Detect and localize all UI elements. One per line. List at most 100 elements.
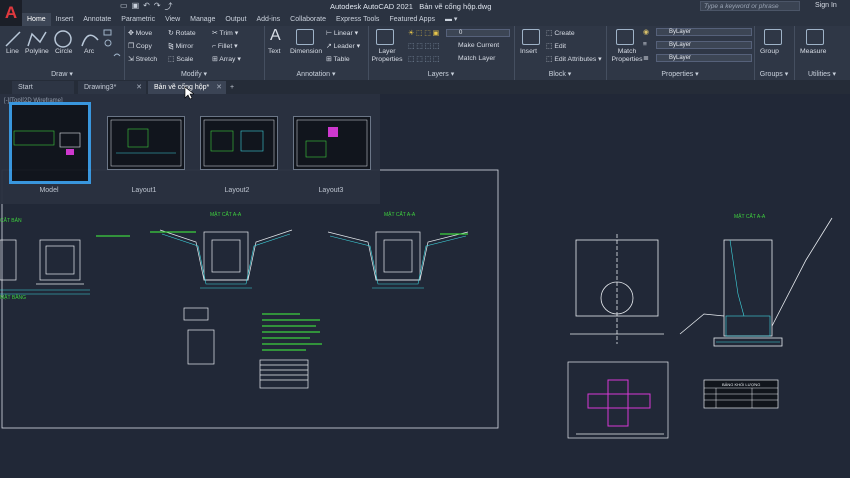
quick-access-toolbar: ▭ ▣ ↶ ↷ ⤴ xyxy=(120,1,173,12)
annotation-panel-label[interactable]: Annotation ▾ xyxy=(264,70,368,78)
layers-panel: Layer Properties ☀ ⬚ ⬚ ▣ 0 ⬚ ⬚ ⬚ ⬚ Make … xyxy=(368,26,515,80)
layout3-thumbnail-preview xyxy=(296,119,368,167)
tab-addins[interactable]: Add-ins xyxy=(251,13,285,26)
title-bar: ▭ ▣ ↶ ↷ ⤴ Autodesk AutoCAD 2021 Bản vẽ c… xyxy=(0,0,850,13)
array-icon: ⊞ xyxy=(212,56,218,63)
match-layer-button[interactable]: Match Layer xyxy=(458,55,495,62)
layers-panel-label[interactable]: Layers ▾ xyxy=(368,70,514,78)
tab-featured-apps[interactable]: Featured Apps xyxy=(384,13,440,26)
dimension-icon xyxy=(296,29,314,45)
tab-annotate[interactable]: Annotate xyxy=(78,13,116,26)
lineweight-icon: ≡ xyxy=(643,41,647,48)
layer-properties-button[interactable]: Layer Properties xyxy=(370,48,404,64)
linear-button[interactable]: ⊢ Linear ▾ xyxy=(326,29,358,37)
annotation-panel: A Text Dimension ⊢ Linear ▾ ↗ Leader ▾ ⊞… xyxy=(264,26,369,80)
text-icon: A xyxy=(270,27,281,44)
arc-button[interactable]: Arc xyxy=(84,48,94,55)
tab-output[interactable]: Output xyxy=(220,13,251,26)
stretch-button[interactable]: ⇲ Stretch xyxy=(128,55,157,63)
layer-properties-icon xyxy=(376,29,394,45)
share-icon[interactable]: ⤴ xyxy=(165,1,173,12)
fillet-button[interactable]: ⌐ Fillet ▾ xyxy=(212,42,238,50)
layout1-thumbnail[interactable] xyxy=(107,116,185,170)
measure-button[interactable]: Measure xyxy=(800,48,826,55)
color-dropdown[interactable]: ByLayer xyxy=(656,28,752,36)
insert-block-icon xyxy=(522,29,540,45)
mirror-button[interactable]: ⧎ Mirror xyxy=(168,42,193,50)
mouse-cursor-icon xyxy=(184,86,194,100)
layout2-thumbnail[interactable] xyxy=(200,116,278,170)
layout2-label[interactable]: Layout2 xyxy=(197,187,277,194)
tab-more-icon[interactable]: ▬ ▾ xyxy=(440,13,462,26)
lineweight-dropdown[interactable]: ByLayer xyxy=(656,41,752,49)
groups-panel-label[interactable]: Groups ▾ xyxy=(754,70,794,78)
properties-panel: Match Properties ◉ ByLayer ≡ ByLayer ≣ B… xyxy=(606,26,755,80)
group-button[interactable]: Group xyxy=(760,48,779,55)
line-button[interactable]: Line xyxy=(6,48,19,55)
layout3-thumbnail[interactable] xyxy=(293,116,371,170)
autocad-logo-icon[interactable]: A xyxy=(0,0,22,26)
tab-view[interactable]: View xyxy=(160,13,185,26)
dimension-button[interactable]: Dimension xyxy=(290,48,322,55)
tab-express-tools[interactable]: Express Tools xyxy=(331,13,384,26)
match-properties-button[interactable]: Match Properties xyxy=(610,48,644,64)
trim-button[interactable]: ✂ Trim ▾ xyxy=(212,29,238,37)
tab-manage[interactable]: Manage xyxy=(185,13,220,26)
layer-tools-row2-icon[interactable]: ⬚ ⬚ ⬚ ⬚ xyxy=(408,42,439,50)
layout1-thumbnail-preview xyxy=(110,119,182,167)
table-button[interactable]: ⊞ Table xyxy=(326,55,350,63)
block-panel-label[interactable]: Block ▾ xyxy=(514,70,606,78)
tab-home[interactable]: Home xyxy=(22,13,51,26)
search-input[interactable]: Type a keyword or phrase xyxy=(700,1,800,11)
modify-panel-label[interactable]: Modify ▾ xyxy=(124,70,264,78)
tab-insert[interactable]: Insert xyxy=(51,13,79,26)
new-tab-button[interactable]: + xyxy=(228,81,240,94)
rotate-button[interactable]: ↻ Rotate xyxy=(168,29,196,37)
mirror-icon: ⧎ xyxy=(168,43,174,50)
ribbon-tabs: Home Insert Annotate Parametric View Man… xyxy=(22,13,850,26)
trim-icon: ✂ xyxy=(212,30,218,37)
edit-block-button[interactable]: ⬚ Edit xyxy=(546,42,566,50)
tab-drawing3[interactable]: Drawing3* ✕ xyxy=(78,81,146,94)
close-icon[interactable]: ✕ xyxy=(216,81,222,94)
tab-start[interactable]: Start xyxy=(12,81,74,94)
make-current-button[interactable]: Make Current xyxy=(458,42,499,49)
create-block-button[interactable]: ⬚ Create xyxy=(546,29,575,37)
utilities-panel-label[interactable]: Utilities ▾ xyxy=(794,70,850,78)
layout1-label[interactable]: Layout1 xyxy=(104,187,184,194)
close-icon[interactable]: ✕ xyxy=(136,81,142,94)
model-label[interactable]: Model xyxy=(9,187,89,194)
edit-attributes-button[interactable]: ⬚ Edit Attributes ▾ xyxy=(546,55,602,63)
insert-button[interactable]: Insert xyxy=(520,48,537,55)
model-thumbnail[interactable] xyxy=(9,102,91,184)
group-icon xyxy=(764,29,782,45)
color-icon: ◉ xyxy=(643,29,649,36)
scale-button[interactable]: ⬚ Scale xyxy=(168,55,193,63)
sign-in-link[interactable]: Sign In xyxy=(815,2,837,9)
layout3-label[interactable]: Layout3 xyxy=(291,187,371,194)
layer-tools-row3-icon[interactable]: ⬚ ⬚ ⬚ ⬚ xyxy=(408,55,439,63)
layer-dropdown[interactable]: 0 xyxy=(446,29,510,37)
polyline-button[interactable]: Polyline xyxy=(25,48,49,55)
copy-button[interactable]: ❐ Copy xyxy=(128,42,152,50)
linetype-dropdown[interactable]: ByLayer xyxy=(656,54,752,62)
label-section-aa-2: MẶT CẮT A-A xyxy=(384,210,416,218)
tab-parametric[interactable]: Parametric xyxy=(116,13,160,26)
properties-panel-label[interactable]: Properties ▾ xyxy=(606,70,754,78)
measure-icon xyxy=(806,29,824,45)
save-icon[interactable]: ▣ xyxy=(132,1,140,12)
undo-icon[interactable]: ↶ xyxy=(143,1,150,12)
label-left-plan: MẶT BẰNG xyxy=(0,293,26,301)
tab-collaborate[interactable]: Collaborate xyxy=(285,13,331,26)
leader-button[interactable]: ↗ Leader ▾ xyxy=(326,42,360,50)
text-button[interactable]: Text xyxy=(268,48,280,55)
layer-state-icons[interactable]: ☀ ⬚ ⬚ ▣ xyxy=(408,29,439,37)
layout2-thumbnail-preview xyxy=(203,119,275,167)
move-button[interactable]: ✥ Move xyxy=(128,29,152,37)
quantity-table-title: BẢNG KHỐI LƯỢNG xyxy=(722,382,760,387)
redo-icon[interactable]: ↷ xyxy=(154,1,161,12)
array-button[interactable]: ⊞ Array ▾ xyxy=(212,55,241,63)
open-icon[interactable]: ▭ xyxy=(120,1,128,12)
draw-panel-label[interactable]: Draw ▾ xyxy=(0,70,124,78)
circle-button[interactable]: Circle xyxy=(55,48,72,55)
